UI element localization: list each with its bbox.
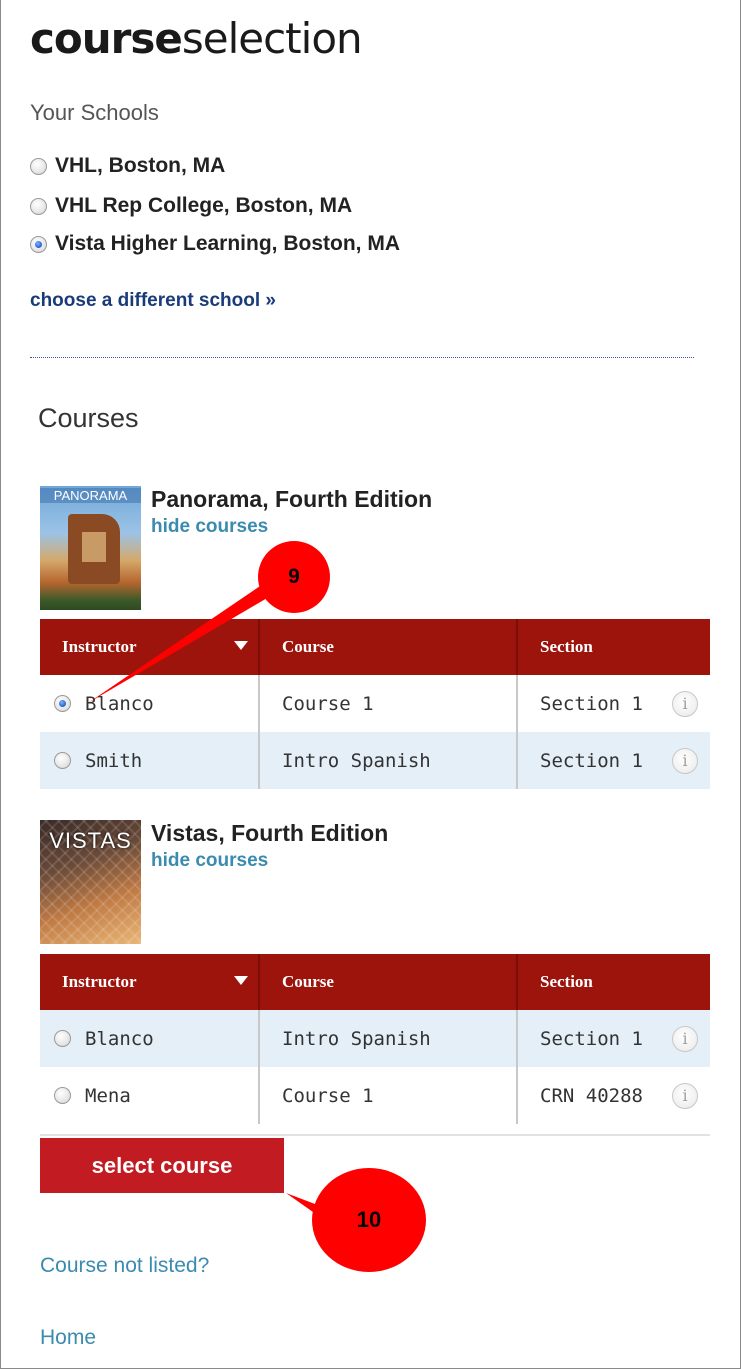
school-label: Vista Higher Learning, Boston, MA bbox=[55, 232, 400, 255]
book-cover-vistas: VISTAS bbox=[40, 820, 141, 944]
course-table-vistas: Instructor Course Section Blanco Intro S… bbox=[40, 954, 710, 1124]
school-radio[interactable] bbox=[30, 197, 47, 215]
course-table-panorama: Instructor Course Section Blanco Course … bbox=[40, 619, 710, 789]
course-radio[interactable] bbox=[54, 1030, 71, 1047]
instructor-name: Blanco bbox=[85, 692, 154, 715]
course-cell: Course 1 bbox=[258, 675, 516, 732]
book-cover-panorama: PANORAMA bbox=[40, 486, 141, 610]
instructor-name: Mena bbox=[85, 1084, 131, 1107]
school-radio[interactable] bbox=[30, 157, 47, 175]
table-row[interactable]: Blanco Course 1 Section 1 i bbox=[40, 675, 710, 732]
callout-10: 10 bbox=[312, 1168, 426, 1272]
info-icon[interactable]: i bbox=[672, 1025, 698, 1052]
course-cell: Intro Spanish bbox=[258, 1010, 516, 1067]
courses-heading: Courses bbox=[38, 403, 139, 433]
section-cell: CRN 40288 i bbox=[516, 1067, 710, 1124]
course-cell: Course 1 bbox=[258, 1067, 516, 1124]
header-course: Course bbox=[258, 619, 516, 675]
select-course-button[interactable]: select course bbox=[40, 1138, 284, 1193]
info-icon[interactable]: i bbox=[672, 747, 698, 774]
instructor-cell: Blanco bbox=[40, 675, 258, 732]
table-row[interactable]: Mena Course 1 CRN 40288 i bbox=[40, 1067, 710, 1124]
course-cell: Intro Spanish bbox=[258, 732, 516, 789]
course-radio-selected[interactable] bbox=[54, 695, 71, 712]
section-divider bbox=[30, 357, 694, 358]
header-label: Instructor bbox=[62, 972, 137, 991]
school-label: VHL Rep College, Boston, MA bbox=[55, 194, 353, 217]
course-radio[interactable] bbox=[54, 1087, 71, 1104]
choose-different-school-link[interactable]: choose a different school » bbox=[30, 290, 276, 312]
header-course: Course bbox=[258, 954, 516, 1010]
school-option-vhl-rep[interactable]: VHL Rep College, Boston, MA bbox=[30, 194, 352, 218]
sort-caret-icon[interactable] bbox=[234, 976, 248, 985]
section-name: Section 1 bbox=[540, 749, 643, 772]
header-instructor[interactable]: Instructor bbox=[40, 619, 258, 675]
section-cell: Section 1 i bbox=[516, 732, 710, 789]
course-radio[interactable] bbox=[54, 752, 71, 769]
table-header: Instructor Course Section bbox=[40, 954, 710, 1010]
cover-art bbox=[68, 514, 120, 584]
instructor-cell: Smith bbox=[40, 732, 258, 789]
school-label: VHL, Boston, MA bbox=[55, 154, 226, 177]
table-header: Instructor Course Section bbox=[40, 619, 710, 675]
section-name: Section 1 bbox=[540, 692, 643, 715]
section-cell: Section 1 i bbox=[516, 675, 710, 732]
cover-title: PANORAMA bbox=[40, 488, 141, 503]
header-section: Section bbox=[516, 619, 710, 675]
table-row[interactable]: Smith Intro Spanish Section 1 i bbox=[40, 732, 710, 789]
table-row[interactable]: Blanco Intro Spanish Section 1 i bbox=[40, 1010, 710, 1067]
hide-courses-link[interactable]: hide courses bbox=[151, 850, 268, 872]
instructor-cell: Mena bbox=[40, 1067, 258, 1124]
callout-9: 9 bbox=[258, 541, 330, 613]
hide-courses-link[interactable]: hide courses bbox=[151, 516, 268, 538]
cover-title: VISTAS bbox=[49, 828, 132, 853]
school-option-vista[interactable]: Vista Higher Learning, Boston, MA bbox=[30, 232, 400, 256]
school-radio-selected[interactable] bbox=[30, 235, 47, 253]
page-title: courseselection bbox=[30, 14, 363, 63]
page-title-bold: course bbox=[30, 14, 183, 63]
header-instructor[interactable]: Instructor bbox=[40, 954, 258, 1010]
instructor-name: Smith bbox=[85, 749, 143, 772]
book-title: Panorama, Fourth Edition bbox=[151, 486, 433, 512]
page-title-light: selection bbox=[181, 14, 363, 63]
course-not-listed-link[interactable]: Course not listed? bbox=[40, 1254, 209, 1278]
schools-heading: Your Schools bbox=[30, 100, 159, 125]
info-icon[interactable]: i bbox=[672, 690, 698, 717]
section-name: Section 1 bbox=[540, 1027, 643, 1050]
info-icon[interactable]: i bbox=[672, 1082, 698, 1109]
instructor-cell: Blanco bbox=[40, 1010, 258, 1067]
home-link[interactable]: Home bbox=[40, 1326, 96, 1350]
instructor-name: Blanco bbox=[85, 1027, 154, 1050]
header-label: Instructor bbox=[62, 637, 137, 656]
footer-divider bbox=[40, 1134, 710, 1136]
section-cell: Section 1 i bbox=[516, 1010, 710, 1067]
section-name: CRN 40288 bbox=[540, 1084, 643, 1107]
school-option-vhl[interactable]: VHL, Boston, MA bbox=[30, 154, 225, 178]
header-section: Section bbox=[516, 954, 710, 1010]
sort-caret-icon[interactable] bbox=[234, 641, 248, 650]
book-title: Vistas, Fourth Edition bbox=[151, 820, 389, 846]
